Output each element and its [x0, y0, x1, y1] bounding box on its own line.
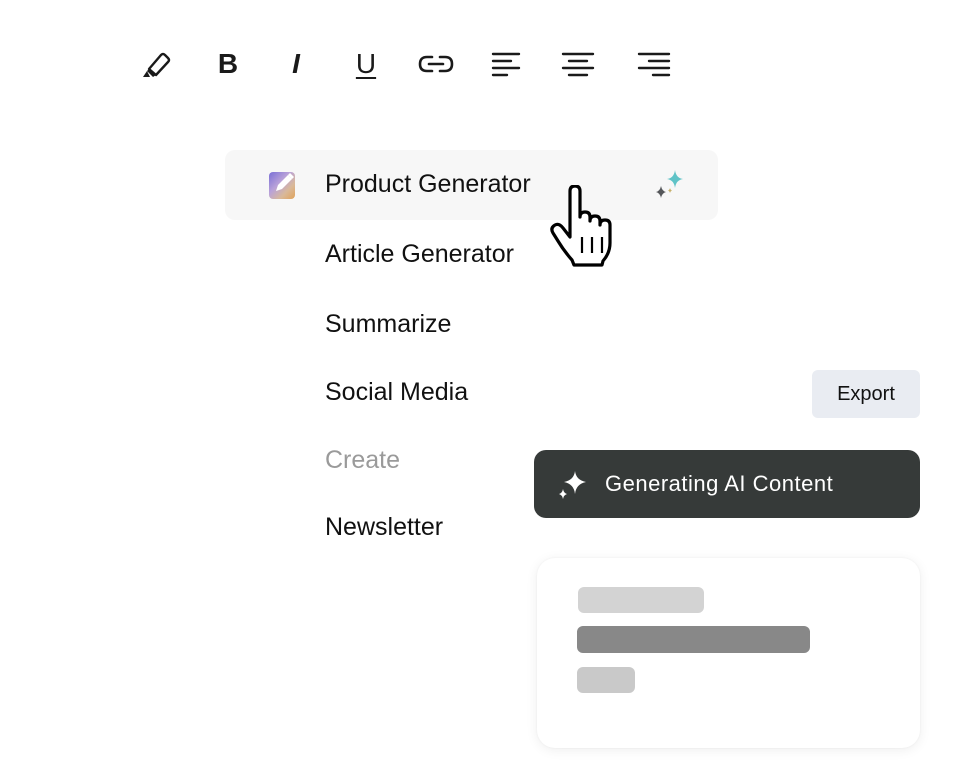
menu-item-summarize[interactable]: Summarize — [325, 308, 451, 340]
formatting-toolbar: B I U — [134, 40, 694, 88]
menu-item-social-media[interactable]: Social Media — [325, 376, 468, 408]
skeleton-line — [577, 626, 810, 653]
align-left-icon — [491, 52, 521, 77]
skeleton-line — [578, 587, 704, 613]
align-center-icon — [561, 52, 595, 77]
export-button[interactable]: Export — [812, 370, 920, 418]
link-icon — [418, 55, 454, 73]
link-button[interactable] — [414, 40, 458, 88]
generating-label: Generating AI Content — [605, 471, 834, 496]
edit-icon — [269, 172, 295, 199]
hand-pointer-icon — [550, 185, 612, 267]
generating-ai-content-status: Generating AI Content — [534, 450, 920, 518]
underline-glyph: U — [355, 48, 377, 79]
italic-glyph: I — [292, 48, 300, 79]
sparkle-icon — [656, 170, 683, 198]
bold-button[interactable]: B — [206, 40, 250, 88]
align-center-button[interactable] — [556, 40, 600, 88]
align-right-button[interactable] — [632, 40, 676, 88]
menu-item-product-generator[interactable]: Product Generator — [225, 150, 718, 220]
bold-glyph: B — [217, 48, 239, 79]
menu-item-create[interactable]: Create — [325, 444, 400, 476]
menu-item-article-generator[interactable]: Article Generator — [325, 238, 514, 270]
highlighter-button[interactable] — [134, 40, 178, 88]
menu-item-label: Product Generator — [325, 170, 531, 198]
highlighter-icon — [143, 52, 171, 77]
skeleton-line — [577, 667, 635, 693]
align-right-icon — [637, 52, 671, 77]
italic-button[interactable]: I — [274, 40, 318, 88]
content-skeleton-card — [537, 558, 920, 748]
menu-item-newsletter[interactable]: Newsletter — [325, 511, 443, 543]
sparkle-icon — [559, 471, 586, 499]
underline-button[interactable]: U — [344, 40, 388, 88]
align-left-button[interactable] — [484, 40, 528, 88]
